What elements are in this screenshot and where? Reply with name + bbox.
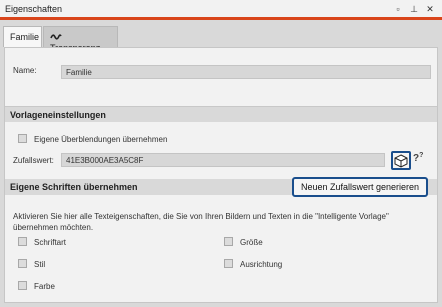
- tab-bar: Familie Transparenz: [0, 23, 442, 53]
- tab-familie[interactable]: Familie: [3, 26, 42, 47]
- random-value-label: Zufallswert:: [13, 156, 54, 165]
- font-option-schriftart[interactable]: Schriftart: [18, 237, 66, 247]
- font-option-ausrichtung[interactable]: Ausrichtung: [224, 259, 282, 269]
- properties-panel: Name: Familie Vorlageneinstellungen Eige…: [4, 47, 438, 303]
- font-settings-description: Aktivieren Sie hier alle Texteigenschaft…: [13, 212, 389, 232]
- own-transitions-label: Eigene Überblendungen übernehmen: [34, 135, 168, 144]
- own-transitions-checkbox[interactable]: [18, 134, 27, 143]
- font-option-stil[interactable]: Stil: [18, 259, 45, 269]
- random-value-field[interactable]: 41E3B000AE3A5C8F: [61, 153, 385, 167]
- groesse-checkbox[interactable]: [224, 237, 233, 246]
- farbe-checkbox[interactable]: [18, 281, 27, 290]
- own-transitions-option[interactable]: Eigene Überblendungen übernehmen: [18, 134, 167, 144]
- dice-cube-icon: [394, 154, 408, 168]
- properties-window: Eigenschaften ▫ ⊥ ✕ Familie Transparenz …: [0, 0, 442, 307]
- restore-icon[interactable]: ▫: [392, 3, 404, 15]
- tab-transparenz[interactable]: Transparenz: [43, 26, 118, 53]
- schriftart-checkbox[interactable]: [18, 237, 27, 246]
- font-option-farbe[interactable]: Farbe: [18, 281, 55, 291]
- groesse-label: Größe: [240, 238, 263, 247]
- ausrichtung-checkbox[interactable]: [224, 259, 233, 268]
- window-title: Eigenschaften: [5, 4, 63, 14]
- tab-familie-label: Familie: [10, 32, 40, 42]
- stil-checkbox[interactable]: [18, 259, 27, 268]
- stil-label: Stil: [34, 260, 46, 269]
- close-icon[interactable]: ✕: [424, 3, 436, 15]
- help-button[interactable]: ??: [413, 152, 431, 168]
- name-field[interactable]: Familie: [61, 65, 431, 79]
- pin-icon[interactable]: ⊥: [408, 3, 420, 15]
- transparency-icon: [50, 32, 62, 42]
- farbe-label: Farbe: [34, 282, 55, 291]
- eigene-schriften-heading: Eigene Schriften übernehmen: [5, 179, 288, 195]
- new-random-value-button[interactable]: Neuen Zufallswert generieren: [292, 177, 428, 197]
- generate-random-button[interactable]: [391, 151, 411, 170]
- schriftart-label: Schriftart: [34, 238, 67, 247]
- title-bar: Eigenschaften ▫ ⊥ ✕: [0, 0, 442, 20]
- name-label: Name:: [13, 66, 37, 75]
- font-option-groesse[interactable]: Größe: [224, 237, 263, 247]
- ausrichtung-label: Ausrichtung: [240, 260, 283, 269]
- vorlageneinstellungen-heading: Vorlageneinstellungen: [5, 106, 437, 122]
